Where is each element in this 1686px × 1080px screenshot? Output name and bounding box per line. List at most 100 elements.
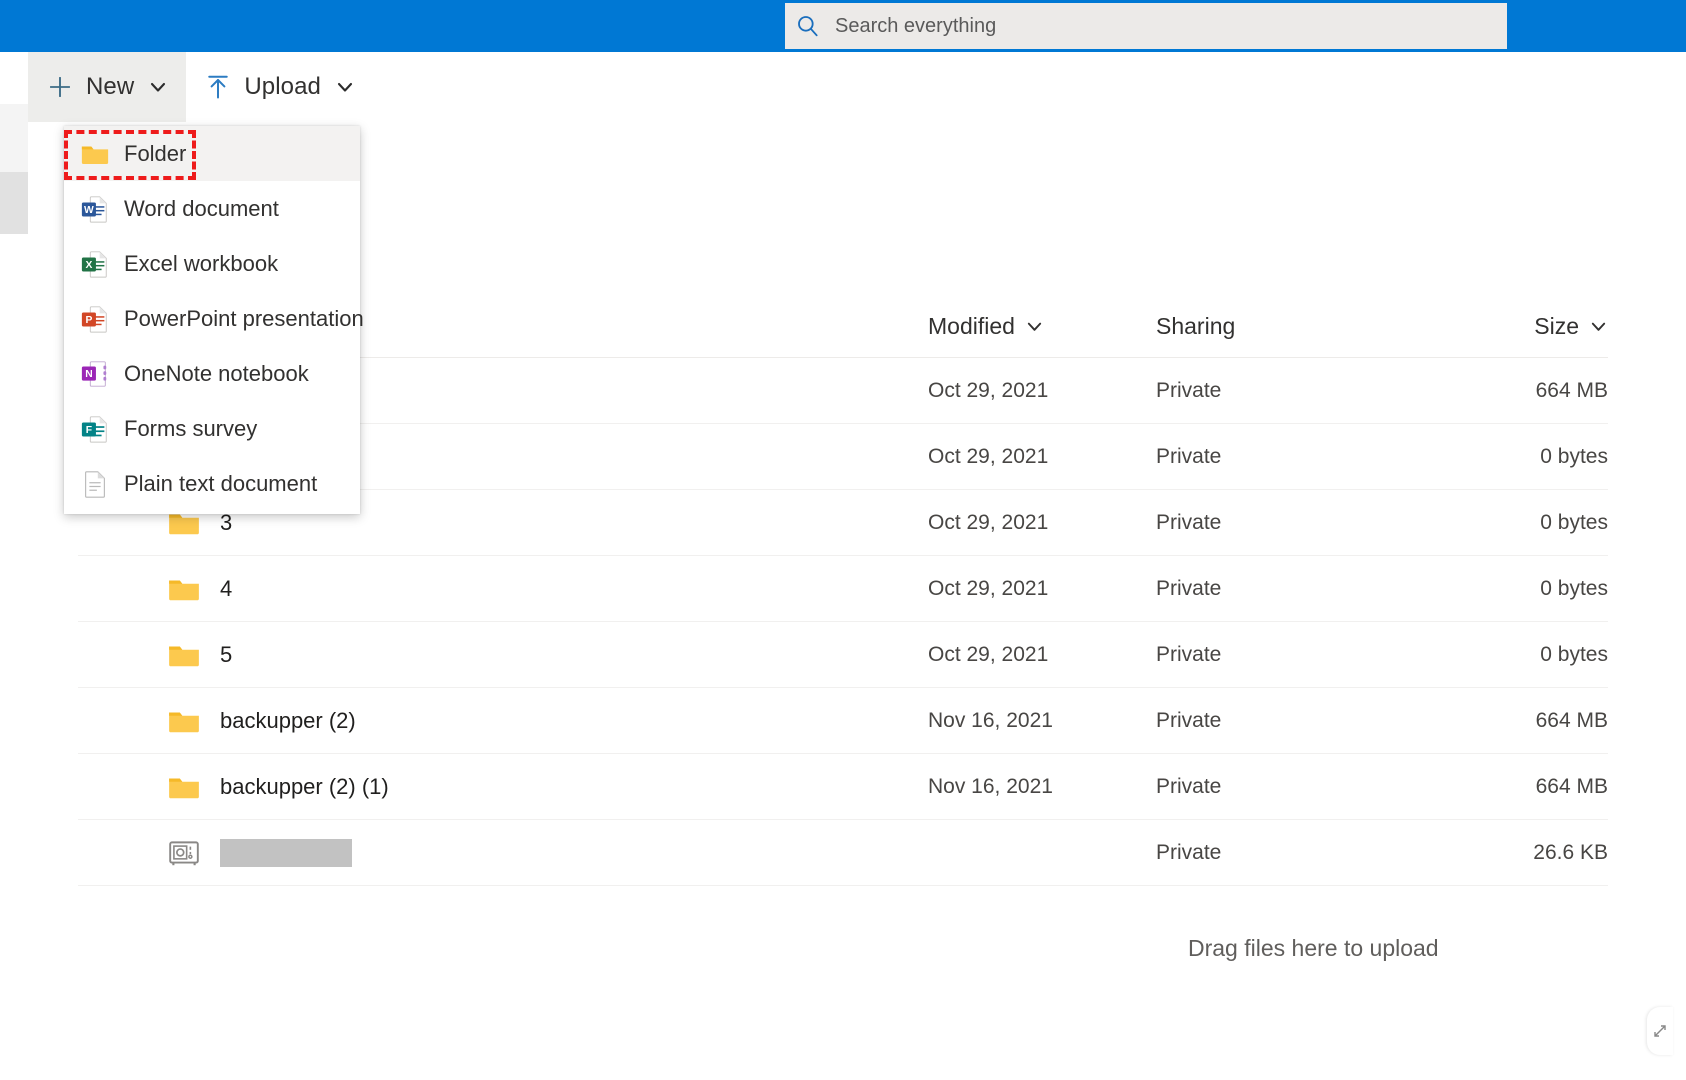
cell-modified-text: Nov 16, 2021: [928, 708, 1053, 732]
cell-size-text: 26.6 KB: [1533, 840, 1608, 864]
svg-text:N: N: [85, 369, 92, 380]
cell-modified: Oct 29, 2021: [928, 445, 1156, 469]
cell-size-text: 0 bytes: [1540, 444, 1608, 468]
search-icon: [785, 3, 831, 49]
column-header-sharing[interactable]: Sharing: [1156, 313, 1384, 340]
menu-item-powerpoint-presentation[interactable]: P PowerPoint presentation: [64, 291, 364, 346]
column-header-size[interactable]: Size: [1384, 313, 1608, 340]
cell-size: 0 bytes: [1384, 577, 1608, 601]
forms-survey-icon: F: [78, 412, 112, 446]
cell-name[interactable]: 4: [78, 569, 928, 609]
cell-sharing-text: Private: [1156, 642, 1222, 666]
excel-workbook-icon: X: [78, 247, 112, 281]
cell-sharing: Private: [1156, 379, 1384, 403]
cell-modified-text: Nov 16, 2021: [928, 774, 1053, 798]
table-row[interactable]: 4 Oct 29, 2021 Private 0 bytes: [78, 556, 1608, 622]
drag-files-hint: Drag files here to upload: [1188, 935, 1439, 961]
left-rail-selected-indicator: [0, 172, 28, 234]
menu-item-onenote-notebook[interactable]: N OneNote notebook: [64, 346, 360, 401]
left-rail-segment-top: [0, 104, 28, 172]
personal-vault-icon: [164, 833, 204, 873]
folder-icon: [78, 137, 112, 171]
cell-sharing-text: Private: [1156, 840, 1222, 864]
cell-modified-text: Oct 29, 2021: [928, 444, 1049, 468]
cell-sharing: Private: [1156, 709, 1384, 733]
table-row[interactable]: 5 Oct 29, 2021 Private 0 bytes: [78, 622, 1608, 688]
folder-icon: [164, 767, 204, 807]
svg-text:X: X: [85, 260, 92, 271]
cell-modified-text: Oct 29, 2021: [928, 642, 1049, 666]
chevron-down-icon: [1589, 317, 1608, 336]
cell-sharing: Private: [1156, 775, 1384, 799]
column-header-modified-label: Modified: [928, 313, 1015, 339]
cell-size: 26.6 KB: [1384, 841, 1608, 865]
menu-item-label: Excel workbook: [124, 250, 279, 276]
folder-icon: [164, 635, 204, 675]
cell-name[interactable]: 5: [78, 635, 928, 675]
plus-icon: [46, 73, 74, 101]
upload-button-label: Upload: [244, 73, 321, 100]
svg-text:W: W: [84, 205, 94, 216]
cell-size-text: 664 MB: [1535, 774, 1608, 798]
chevron-down-icon: [335, 77, 355, 97]
file-name: 4: [220, 575, 233, 601]
new-menu: Folder W Word document X Excel workbook P Powe…: [64, 126, 364, 514]
onenote-icon: N: [78, 357, 112, 391]
cell-modified: Nov 16, 2021: [928, 709, 1156, 733]
menu-item-folder[interactable]: Folder: [64, 126, 360, 181]
svg-text:F: F: [86, 425, 92, 436]
search-box[interactable]: [785, 3, 1507, 49]
cell-size-text: 664 MB: [1535, 708, 1608, 732]
cell-modified-text: Oct 29, 2021: [928, 576, 1049, 600]
word-document-icon: W: [78, 192, 112, 226]
folder-icon: [164, 701, 204, 741]
menu-item-label: OneNote notebook: [124, 360, 309, 386]
cell-name[interactable]: backupper (2) (1): [78, 767, 928, 807]
cell-size: 664 MB: [1384, 379, 1608, 403]
svg-text:P: P: [85, 315, 92, 326]
table-row[interactable]: backupper (2) Nov 16, 2021 Private 664 MB: [78, 688, 1608, 754]
file-name: backupper (2): [220, 707, 356, 733]
menu-item-label: Plain text document: [124, 470, 318, 496]
resize-handle[interactable]: [1647, 1007, 1673, 1055]
cell-sharing: Private: [1156, 445, 1384, 469]
upload-button[interactable]: Upload: [186, 52, 373, 122]
menu-item-label: Forms survey: [124, 415, 258, 441]
cell-sharing: Private: [1156, 643, 1384, 667]
folder-icon: [164, 569, 204, 609]
menu-item-word-document[interactable]: W Word document: [64, 181, 360, 236]
menu-item-label: PowerPoint presentation: [124, 305, 364, 331]
redacted-file-name: [220, 838, 352, 867]
menu-item-excel-workbook[interactable]: X Excel workbook: [64, 236, 360, 291]
column-header-sharing-label: Sharing: [1156, 313, 1236, 339]
table-row[interactable]: backupper (2) (1) Nov 16, 2021 Private 664 …: [78, 754, 1608, 820]
upload-icon: [204, 73, 232, 101]
cell-size-text: 664 MB: [1535, 378, 1608, 402]
cell-size: 664 MB: [1384, 709, 1608, 733]
cell-sharing: Private: [1156, 511, 1384, 535]
new-button-label: New: [86, 73, 135, 100]
cell-modified-text: Oct 29, 2021: [928, 510, 1049, 534]
cell-name[interactable]: [78, 833, 928, 873]
cell-sharing: Private: [1156, 577, 1384, 601]
cell-sharing-text: Private: [1156, 510, 1222, 534]
menu-item-forms-survey[interactable]: F Forms survey: [64, 401, 360, 456]
command-bar: New Upload: [28, 52, 1686, 122]
cell-sharing-text: Private: [1156, 444, 1222, 468]
cell-name[interactable]: backupper (2): [78, 701, 928, 741]
cell-sharing-text: Private: [1156, 378, 1222, 402]
new-button[interactable]: New: [28, 52, 187, 122]
search-input[interactable]: [835, 4, 1475, 48]
column-header-modified[interactable]: Modified: [928, 313, 1156, 340]
onedrive-files-page: New Upload: [0, 0, 1686, 1080]
cell-modified: Oct 29, 2021: [928, 577, 1156, 601]
column-header-size-label: Size: [1534, 313, 1579, 339]
table-row[interactable]: Private 26.6 KB: [78, 820, 1608, 886]
cell-size-text: 0 bytes: [1540, 576, 1608, 600]
cell-size: 0 bytes: [1384, 445, 1608, 469]
suite-bar: [0, 0, 1686, 52]
cell-modified: Oct 29, 2021: [928, 379, 1156, 403]
menu-item-plain-text-document[interactable]: Plain text document: [64, 456, 360, 511]
cell-size: 664 MB: [1384, 775, 1608, 799]
menu-item-label: Folder: [124, 140, 187, 166]
